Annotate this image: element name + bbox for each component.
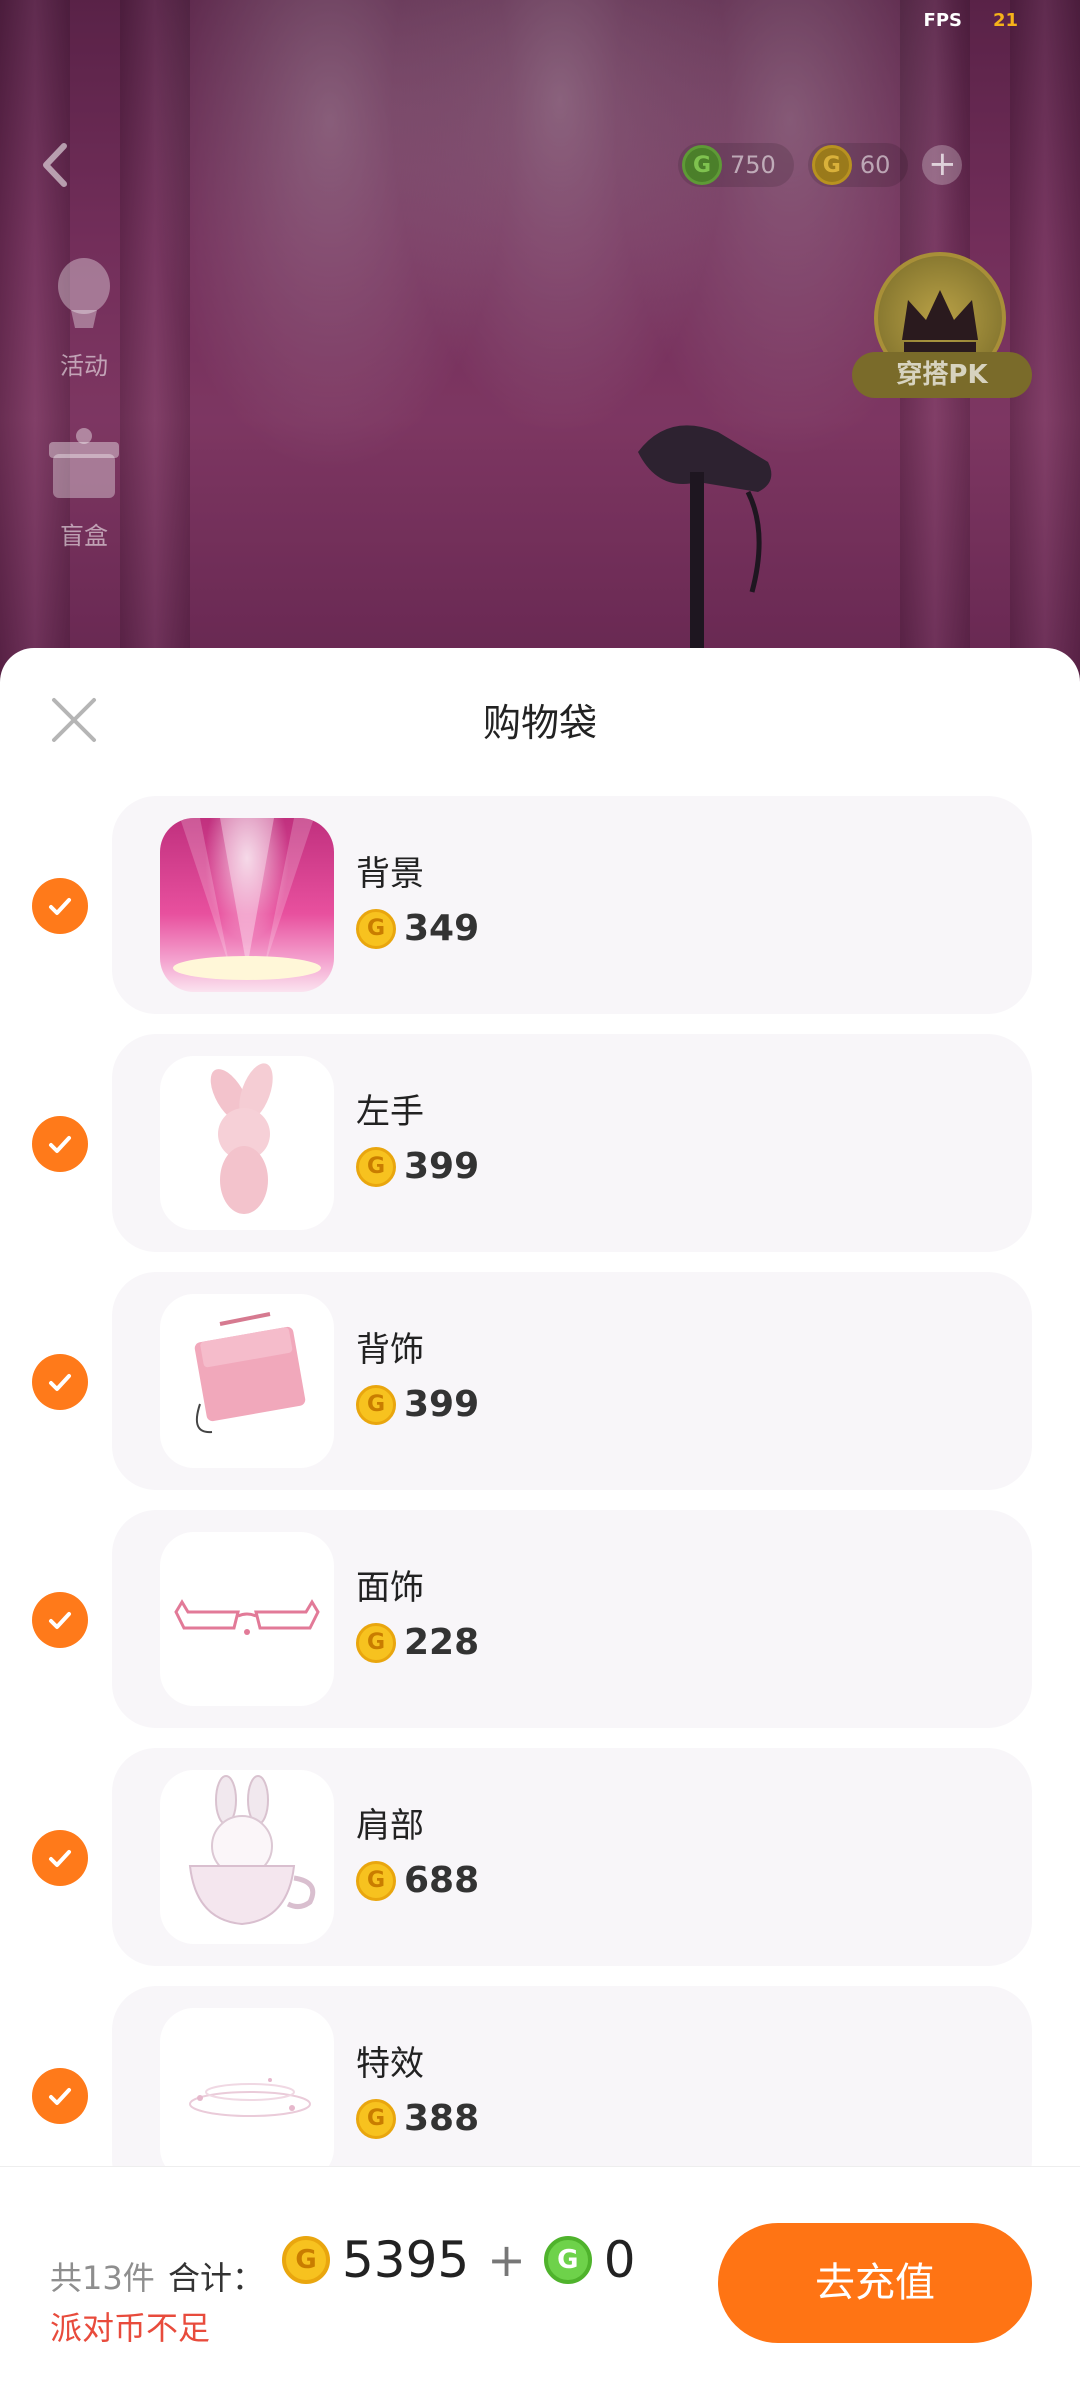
gold-coin-icon: G bbox=[356, 1384, 396, 1425]
plus-sign: + bbox=[487, 2233, 526, 2287]
gold-coin-icon: G bbox=[356, 2098, 396, 2139]
item-checkbox[interactable] bbox=[32, 1354, 88, 1410]
item-thumbnail bbox=[160, 818, 334, 992]
gold-coin-icon: G bbox=[282, 2236, 330, 2284]
gold-coin-icon: G bbox=[356, 908, 396, 949]
currency-bar: G 750 G 60 + bbox=[678, 140, 963, 190]
blind-box-label: 盲盒 bbox=[60, 522, 108, 550]
item-name: 特效 bbox=[356, 2044, 424, 2084]
item-checkbox[interactable] bbox=[32, 1116, 88, 1172]
price-value: 388 bbox=[404, 2098, 480, 2139]
check-icon bbox=[49, 898, 71, 915]
recharge-button[interactable]: 去充值 bbox=[718, 2223, 1032, 2343]
price-value: 349 bbox=[404, 908, 480, 949]
price-value: 688 bbox=[404, 1860, 480, 1901]
gold-coin-amount: 60 bbox=[859, 151, 891, 179]
green-total: 0 bbox=[603, 2231, 636, 2289]
sparkle-effect-image bbox=[189, 2078, 311, 2117]
item-price: G 388 bbox=[356, 2098, 479, 2139]
item-thumbnail bbox=[160, 1056, 334, 1230]
cart-item: 面饰 G 228 bbox=[0, 1510, 1080, 1728]
blind-box-button[interactable]: 盲盒 bbox=[34, 424, 134, 551]
gift-box-icon bbox=[49, 428, 119, 498]
item-checkbox[interactable] bbox=[32, 2068, 88, 2124]
item-name: 背饰 bbox=[356, 1330, 424, 1370]
party-coin-balance[interactable]: G 750 bbox=[678, 143, 794, 187]
price-value: 399 bbox=[404, 1384, 480, 1425]
pk-label: 穿搭PK bbox=[852, 352, 1032, 398]
outfit-pk-button[interactable]: 穿搭PK bbox=[852, 252, 1032, 412]
checkout-bar: 共13件 合计： G 5395 + G 0 派对币不足 去充值 bbox=[0, 2166, 1080, 2400]
cat-glasses-image bbox=[174, 1599, 320, 1635]
item-card[interactable]: 左手 G 399 bbox=[112, 1034, 1032, 1252]
shopping-bag-sheet: 购物袋 背景 G 349 左手 G 399 背饰 G 399 面饰 G 228 … bbox=[0, 648, 1080, 2400]
item-checkbox[interactable] bbox=[32, 878, 88, 934]
game-scene-background: FPS 21 G 750 G 60 + 活动 盲盒 穿搭PK bbox=[0, 0, 1080, 700]
item-card[interactable]: 背饰 G 399 bbox=[112, 1272, 1032, 1490]
chevron-left-icon bbox=[43, 143, 67, 187]
cart-item: 左手 G 399 bbox=[0, 1034, 1080, 1252]
item-price: G 228 bbox=[356, 1622, 479, 1663]
gold-coin-balance[interactable]: G 60 bbox=[807, 143, 909, 187]
price-value: 399 bbox=[404, 1146, 480, 1187]
insufficient-coins-warning: 派对币不足 bbox=[50, 2309, 211, 2347]
activity-button[interactable]: 活动 bbox=[34, 254, 134, 381]
item-price: G 688 bbox=[356, 1860, 479, 1901]
cart-item: 背景 G 349 bbox=[0, 796, 1080, 1014]
item-name: 面饰 bbox=[356, 1568, 424, 1608]
item-thumbnail bbox=[160, 1532, 334, 1706]
fps-value: 21 bbox=[992, 10, 1018, 31]
party-coin-amount: 750 bbox=[730, 151, 776, 179]
item-thumbnail bbox=[160, 1294, 334, 1468]
add-currency-button[interactable]: + bbox=[922, 145, 963, 185]
item-name: 肩部 bbox=[356, 1806, 424, 1846]
total-sum: G 5395 + G 0 bbox=[282, 2231, 636, 2289]
stage-image bbox=[173, 818, 321, 980]
party-coin-icon: G bbox=[682, 145, 722, 185]
item-checkbox[interactable] bbox=[32, 1592, 88, 1648]
item-card[interactable]: 面饰 G 228 bbox=[112, 1510, 1032, 1728]
item-checkbox[interactable] bbox=[32, 1830, 88, 1886]
item-name: 左手 bbox=[356, 1092, 424, 1132]
back-button[interactable] bbox=[36, 140, 76, 190]
sheet-title: 购物袋 bbox=[482, 701, 597, 745]
gold-total: 5395 bbox=[342, 2231, 470, 2289]
bunny-teacup-image bbox=[188, 1775, 316, 1926]
check-icon bbox=[49, 1850, 71, 1867]
gold-coin-icon: G bbox=[356, 1146, 396, 1187]
total-label: 合计： bbox=[168, 2259, 265, 2297]
item-card[interactable]: 背景 G 349 bbox=[112, 796, 1032, 1014]
plush-bunny-image bbox=[210, 1063, 273, 1214]
hot-air-balloon-icon bbox=[58, 258, 110, 328]
item-price: G 399 bbox=[356, 1146, 479, 1187]
fps-label: FPS bbox=[923, 10, 962, 31]
gold-coin-icon: G bbox=[811, 145, 852, 185]
item-thumbnail bbox=[160, 2008, 334, 2182]
party-coin-icon: G bbox=[543, 2236, 592, 2284]
item-price: G 399 bbox=[356, 1384, 479, 1425]
item-thumbnail bbox=[160, 1770, 334, 1944]
item-count: 共13件 bbox=[50, 2259, 155, 2297]
check-icon bbox=[49, 2088, 71, 2105]
item-card[interactable]: 肩部 G 688 bbox=[112, 1748, 1032, 1966]
gold-coin-icon: G bbox=[356, 1860, 396, 1901]
price-value: 228 bbox=[404, 1622, 480, 1663]
gold-coin-icon: G bbox=[356, 1622, 396, 1663]
item-name: 背景 bbox=[356, 854, 424, 894]
check-icon bbox=[49, 1612, 71, 1629]
pink-bag-image bbox=[194, 1312, 306, 1434]
cart-item: 背饰 G 399 bbox=[0, 1272, 1080, 1490]
item-price: G 349 bbox=[356, 908, 479, 949]
check-icon bbox=[49, 1374, 71, 1391]
check-icon bbox=[49, 1136, 71, 1153]
activity-label: 活动 bbox=[60, 352, 108, 380]
cart-item: 肩部 G 688 bbox=[0, 1748, 1080, 1966]
